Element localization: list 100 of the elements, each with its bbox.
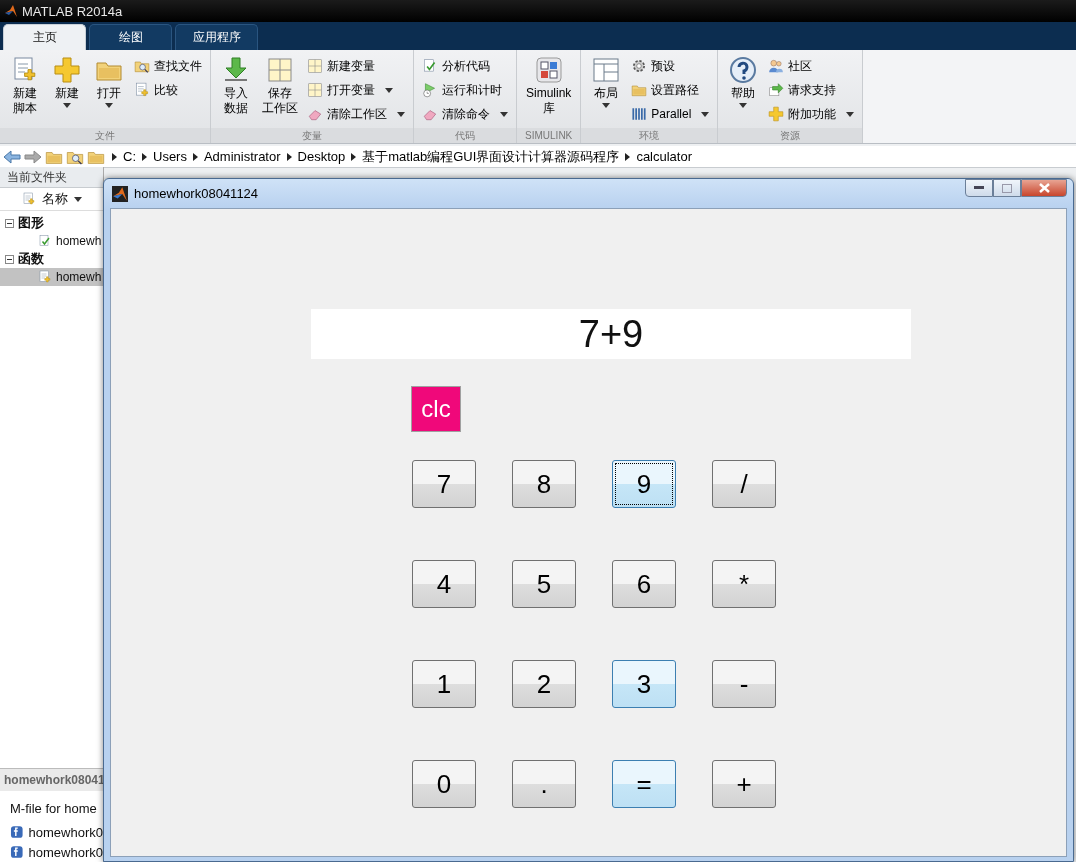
keypad-button[interactable]: 6 [612, 560, 676, 608]
keypad-button[interactable]: 4 [412, 560, 476, 608]
ribbon-button[interactable]: 导入 数据 [217, 54, 255, 128]
separator-icon [286, 152, 292, 161]
ribbon-button[interactable]: 新建变量 [305, 56, 407, 76]
clear-button[interactable]: clc [411, 386, 461, 432]
ribbon-button[interactable]: 新建 [48, 54, 86, 128]
path-segment[interactable]: Administrator [203, 149, 281, 164]
tree-section[interactable]: 函数 [18, 250, 44, 268]
ribbon-button[interactable]: 设置路径 [629, 80, 712, 100]
ribbon-button[interactable]: 清除命令 [420, 104, 510, 124]
ribbon-tab[interactable]: 绘图 [89, 24, 172, 50]
separator-icon [112, 152, 117, 161]
document-icon [134, 82, 150, 98]
keypad-button[interactable]: + [712, 760, 776, 808]
caret-icon [701, 111, 710, 117]
maximize-button[interactable] [993, 179, 1021, 197]
back-button[interactable] [3, 149, 21, 164]
ribbon-tab[interactable]: 主页 [3, 24, 86, 50]
app-logo-icon [4, 4, 18, 18]
ribbon-button[interactable]: 查找文件 [132, 56, 204, 76]
keypad-button[interactable]: / [712, 460, 776, 508]
caret-icon [63, 103, 71, 108]
keypad-button[interactable]: = [612, 760, 676, 808]
plus-icon [53, 56, 81, 84]
ribbon-button[interactable]: 比较 [132, 80, 204, 100]
collapse-icon[interactable] [5, 254, 14, 264]
grid-icon [307, 82, 323, 98]
group-label: 文件 [0, 128, 210, 143]
path-segment[interactable]: Users [153, 149, 187, 164]
caret-icon [397, 111, 405, 117]
keypad-button[interactable]: 5 [512, 560, 576, 608]
keypad-button[interactable]: 0 [412, 760, 476, 808]
clock-icon [422, 82, 438, 98]
download-arrow-icon [222, 56, 250, 84]
ribbon-button[interactable]: 清除工作区 [305, 104, 407, 124]
caret-icon [385, 87, 393, 93]
details-title: homewhork08041 [0, 768, 103, 791]
back-arrow-icon [3, 149, 21, 164]
group-label: 环境 [581, 128, 718, 143]
gear-icon [631, 58, 648, 74]
app-logo-icon [112, 185, 128, 202]
group-label: 资源 [718, 128, 863, 143]
ribbon-button[interactable]: 运行和计时 [420, 80, 510, 100]
minimize-icon [974, 186, 984, 190]
ribbon-button[interactable]: 保存 工作区 [259, 54, 301, 128]
ribbon-tab[interactable]: 应用程序 [175, 24, 258, 50]
ribbon-button[interactable]: 新建 脚本 [6, 54, 44, 128]
path-segment[interactable]: C: [123, 149, 136, 164]
keypad-button[interactable]: 3 [612, 660, 676, 708]
tree-item[interactable]: homewh [0, 268, 103, 286]
path-segment[interactable]: Desktop [297, 149, 346, 164]
collapse-icon[interactable] [5, 218, 14, 228]
app-title: MATLAB R2014a [22, 3, 123, 19]
panel-title: 当前文件夹 [0, 167, 103, 188]
description: M-file for home [9, 800, 98, 818]
ribbon-button[interactable]: 附加功能 [766, 104, 857, 124]
ribbon-button[interactable]: 打开变量 [305, 80, 407, 100]
separator-icon [192, 152, 198, 161]
document-icon [22, 192, 36, 206]
separator-icon [142, 152, 147, 161]
ribbon-button[interactable]: 打开 [90, 54, 128, 128]
checked-document-icon [38, 234, 52, 248]
ribbon-button[interactable]: 预设 [629, 56, 712, 76]
group-label: SIMULINK [517, 128, 581, 143]
keypad-button[interactable]: - [712, 660, 776, 708]
people-icon [768, 58, 785, 74]
path-segment[interactable]: calculator [636, 149, 692, 164]
keypad-button[interactable]: . [512, 760, 576, 808]
keypad-button[interactable]: 7 [412, 460, 476, 508]
maximize-icon [1002, 183, 1012, 193]
minimize-button[interactable] [965, 179, 993, 197]
blocks-icon [534, 56, 563, 84]
column-header[interactable]: 名称 [42, 190, 68, 208]
ribbon-button[interactable]: 布局 [587, 54, 626, 128]
path-segment[interactable]: 基于matlab编程GUI界面设计计算器源码程序 [362, 147, 620, 166]
tree-section[interactable]: 图形 [18, 214, 44, 232]
folder-icon [631, 82, 648, 98]
ribbon-button[interactable]: 社区 [766, 56, 857, 76]
keypad-button[interactable]: * [712, 560, 776, 608]
file-name[interactable]: homewhork0 [28, 844, 103, 860]
keypad-button[interactable]: 1 [412, 660, 476, 708]
tree-item[interactable]: homewh [0, 232, 103, 250]
layout-icon [592, 56, 621, 84]
file-name[interactable]: homewhork0 [28, 824, 103, 840]
keypad-button[interactable]: 8 [512, 460, 576, 508]
ribbon-button[interactable]: Parallel [629, 104, 712, 124]
bars-icon [631, 106, 648, 122]
ribbon-button[interactable]: 请求支持 [766, 80, 857, 100]
forward-button[interactable] [24, 149, 42, 164]
checked-document-icon [422, 58, 438, 74]
separator-icon [351, 152, 357, 161]
folder-search-icon [134, 58, 150, 74]
keypad-button[interactable]: 2 [512, 660, 576, 708]
function-icon [10, 825, 24, 839]
keypad-button[interactable]: 9 [612, 460, 676, 508]
ribbon-button[interactable]: 分析代码 [420, 56, 510, 76]
close-button[interactable] [1021, 179, 1067, 197]
ribbon-button[interactable]: Simulink 库 [523, 54, 575, 128]
ribbon-button[interactable]: 帮助 [724, 54, 763, 128]
